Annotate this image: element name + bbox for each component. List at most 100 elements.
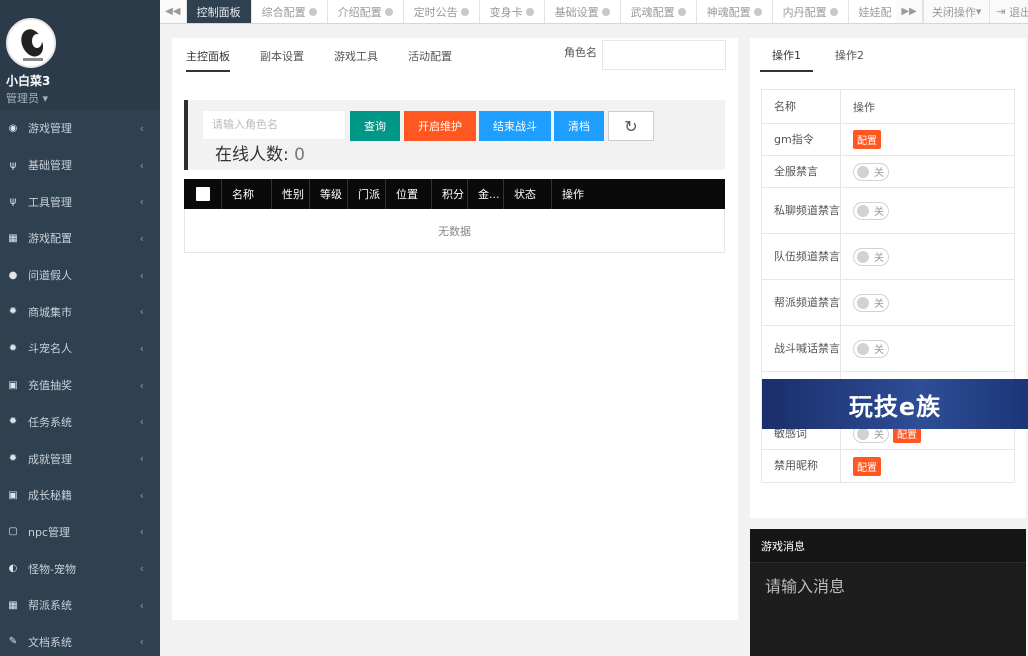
sidebar-item[interactable]: ◉ 游戏管理 ‹ <box>0 110 160 147</box>
role-name-input[interactable] <box>602 40 726 70</box>
table-column-header[interactable]: 位置 <box>386 179 432 209</box>
main-subtab[interactable]: 游戏工具 <box>334 44 378 72</box>
operation-name: 战斗喊话禁言 <box>762 326 841 371</box>
player-table-header: 名称 性别 等级 门派 位置 积分 金... 状态 操作 <box>184 179 725 209</box>
gamepad-icon: ◉ <box>8 122 18 134</box>
operation-name: 私聊频道禁言 <box>762 188 841 233</box>
page-tab[interactable]: 综合配置 <box>251 0 328 23</box>
main-subtab[interactable]: 副本设置 <box>260 44 304 72</box>
sidebar-item[interactable]: ψ 基础管理 ‹ <box>0 147 160 184</box>
page-tab[interactable]: 武魂配置 <box>620 0 697 23</box>
table-column-header[interactable]: 积分 <box>432 179 468 209</box>
toggle-switch[interactable]: 关 <box>853 293 889 312</box>
page-tab[interactable]: 神魂配置 <box>696 0 773 23</box>
tab-scroll-right-button[interactable]: ▶▶ <box>896 0 923 23</box>
sidebar-item[interactable]: ✎ 文档系统 ‹ <box>0 624 160 656</box>
exit-button[interactable]: ⇥ 退出 <box>989 0 1028 23</box>
sidebar-item-label: 成就管理 <box>28 452 72 466</box>
page-tab[interactable]: 介绍配置 <box>327 0 404 23</box>
refresh-button[interactable]: ↻ <box>608 111 654 141</box>
book-icon: ✎ <box>8 636 18 648</box>
close-tab-icon[interactable] <box>753 7 762 16</box>
table-column-header[interactable]: 门派 <box>348 179 386 209</box>
fork-knife-icon: ψ <box>9 196 17 208</box>
close-tab-icon[interactable] <box>601 7 610 16</box>
table-column-header[interactable]: 金... <box>468 179 504 209</box>
table-column-header[interactable]: 性别 <box>272 179 310 209</box>
chevron-left-icon: ‹ <box>139 341 144 355</box>
operation-actions: 关 <box>841 156 1014 187</box>
top-tab-bar: ◀◀ 控制面板 综合配置 介绍配置 定时公告 变身卡 基础设置 武魂配置 神魂配置 内丹配置 娃娃… <box>160 0 1028 24</box>
sidebar-item[interactable]: ✹ 任务系统 ‹ <box>0 404 160 441</box>
main-subtab[interactable]: 活动配置 <box>408 44 452 72</box>
table-column-header[interactable]: 名称 <box>222 179 272 209</box>
sidebar-item[interactable]: ✹ 成就管理 ‹ <box>0 440 160 477</box>
toggle-switch[interactable]: 关 <box>853 339 889 358</box>
chevron-left-icon: ‹ <box>139 415 144 429</box>
sidebar-menu: ◉ 游戏管理 ‹ ψ 基础管理 ‹ ψ 工具管理 ‹ ▦ 游戏配置 ‹ ● 问道假人 ‹… <box>0 110 160 656</box>
sidebar-item[interactable]: ψ 工具管理 ‹ <box>0 183 160 220</box>
end-battle-button[interactable]: 结束战斗 <box>479 111 551 141</box>
sidebar-item[interactable]: ▣ 成长秘籍 ‹ <box>0 477 160 514</box>
chevron-left-icon: ‹ <box>139 121 144 135</box>
table-column-header[interactable]: 等级 <box>310 179 348 209</box>
toggle-switch[interactable]: 关 <box>853 201 889 220</box>
main-subtab[interactable]: 主控面板 <box>186 44 230 72</box>
tab-scroll-left-button[interactable]: ◀◀ <box>160 0 187 23</box>
card-icon: ▣ <box>8 379 18 391</box>
close-operations-dropdown[interactable]: 关闭操作 ▾ <box>922 0 990 23</box>
sidebar-item[interactable]: ✹ 商城集市 ‹ <box>0 293 160 330</box>
page-tab[interactable]: 基础设置 <box>544 0 621 23</box>
toggle-switch[interactable]: 关 <box>853 162 889 181</box>
operations-row: gm指令 配置 <box>762 124 1014 156</box>
main-panel: 主控面板 副本设置 游戏工具 活动配置 角色名 请输入角色名 查询 开启维护 结束战斗… <box>172 38 738 620</box>
operation-actions: 配置 <box>841 124 1014 155</box>
game-message-panel: 游戏消息 请输入消息 <box>750 529 1026 656</box>
sidebar-item[interactable]: ▦ 游戏配置 ‹ <box>0 220 160 257</box>
table-column-header[interactable]: 操作 <box>552 179 725 209</box>
query-button[interactable]: 查询 <box>350 111 400 141</box>
toggle-switch[interactable]: 关 <box>853 247 889 266</box>
sidebar-item-label: 帮派系统 <box>28 599 72 613</box>
config-button[interactable]: 配置 <box>853 456 881 476</box>
close-tab-icon[interactable] <box>525 7 534 16</box>
chevron-left-icon: ‹ <box>139 195 144 209</box>
clear-data-button[interactable]: 清档 <box>554 111 604 141</box>
toggle-knob <box>857 204 869 217</box>
maintenance-button[interactable]: 开启维护 <box>404 111 476 141</box>
operations-tab[interactable]: 操作1 <box>760 44 813 72</box>
toggle-knob <box>857 296 869 309</box>
config-button[interactable]: 配置 <box>853 130 881 149</box>
double-right-arrow-icon: ▶▶ <box>901 6 917 17</box>
card-icon: ▣ <box>8 489 18 501</box>
user-role-dropdown[interactable]: 管理员 ▾ <box>6 90 160 106</box>
operations-tab[interactable]: 操作2 <box>823 44 876 72</box>
page-tab[interactable]: 定时公告 <box>403 0 480 23</box>
search-role-input[interactable]: 请输入角色名 <box>202 110 346 140</box>
message-input[interactable]: 请输入消息 <box>750 563 1026 607</box>
main-subtabs: 主控面板 副本设置 游戏工具 活动配置 <box>186 44 482 74</box>
close-tab-icon[interactable] <box>460 7 469 16</box>
square-icon: ▢ <box>8 526 18 538</box>
operations-tabs: 操作1 操作2 <box>760 44 886 72</box>
operations-row: 全服禁言关 <box>762 156 1014 188</box>
page-tab[interactable]: 控制面板 <box>186 0 252 23</box>
operation-name: gm指令 <box>762 124 841 155</box>
sidebar-item[interactable]: ● 问道假人 ‹ <box>0 257 160 294</box>
sidebar-item-label: 基础管理 <box>28 159 72 173</box>
close-tab-icon[interactable] <box>308 7 317 16</box>
sidebar-item[interactable]: ▣ 充值抽奖 ‹ <box>0 367 160 404</box>
sidebar-item[interactable]: ▢ npc管理 ‹ <box>0 514 160 551</box>
sidebar-item[interactable]: ◐ 怪物-宠物 ‹ <box>0 550 160 587</box>
close-tab-icon[interactable] <box>384 7 393 16</box>
table-column-header[interactable]: 状态 <box>504 179 552 209</box>
close-tab-icon[interactable] <box>677 7 686 16</box>
page-tab[interactable]: 娃娃配 <box>848 0 897 23</box>
sidebar-item[interactable]: ▦ 帮派系统 ‹ <box>0 587 160 624</box>
page-tab[interactable]: 变身卡 <box>479 0 545 23</box>
sidebar-item[interactable]: ✹ 斗宠名人 ‹ <box>0 330 160 367</box>
close-tab-icon[interactable] <box>829 7 838 16</box>
page-tab[interactable]: 内丹配置 <box>772 0 849 23</box>
select-all-checkbox[interactable] <box>184 179 222 209</box>
avatar[interactable] <box>6 18 56 68</box>
